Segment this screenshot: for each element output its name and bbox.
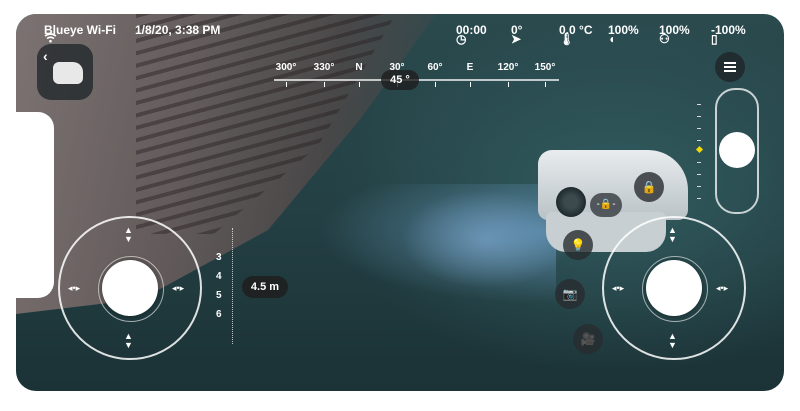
- phone-notch: [16, 112, 54, 298]
- left-arrow-icon: ◂•▸: [68, 283, 81, 293]
- down-arrow-icon: ▲ ▼: [124, 331, 133, 350]
- lock-icon: 🔒: [641, 180, 657, 194]
- auto-depth-lock-button[interactable]: -🔒-: [590, 193, 622, 217]
- video-camera-icon: 🎥: [580, 332, 596, 346]
- menu-line: [724, 66, 736, 68]
- controller-battery: ⚇ 100%: [659, 23, 690, 46]
- right-joystick[interactable]: ▲ ▼ ▲ ▼ ◂•▸ ◂•▸: [602, 216, 746, 360]
- compass-tick: [286, 82, 287, 87]
- menu-button[interactable]: [715, 52, 745, 82]
- compass-label: 300°: [275, 62, 297, 73]
- phone-battery: ▯ -100%: [711, 23, 746, 46]
- controller-icon: ⚇: [659, 32, 670, 46]
- compass-label: 330°: [313, 62, 335, 73]
- back-button[interactable]: ‹: [37, 44, 93, 100]
- compass-label: 120°: [497, 62, 519, 73]
- light-beam: [316, 184, 556, 304]
- lock-button[interactable]: 🔒: [634, 172, 664, 202]
- compass-tick: [545, 82, 546, 87]
- compass-label: N: [355, 62, 363, 73]
- scale-tick: [697, 198, 701, 199]
- datetime: 1/8/20, 3:38 PM: [135, 23, 221, 37]
- compass-tick: [359, 82, 360, 87]
- light-button[interactable]: 💡: [563, 230, 593, 260]
- scale-tick: [697, 186, 701, 187]
- up-arrow-icon: ▲ ▼: [124, 225, 133, 244]
- compass-tick: [508, 82, 509, 87]
- drone-battery: ◖ 100%: [608, 23, 639, 46]
- menu-line: [724, 70, 736, 72]
- compass-label: E: [466, 62, 474, 73]
- down-arrow-icon: ▲ ▼: [668, 331, 677, 350]
- tilt: ➤ 0°: [511, 23, 523, 46]
- compass-bar: 300° 330° N 30° 60° E 120° 150°: [274, 58, 564, 88]
- compass-label: 150°: [534, 62, 556, 73]
- drone-icon: [53, 62, 83, 84]
- up-arrow-icon: ▲ ▼: [668, 225, 677, 244]
- depth-tick-label: 3: [216, 252, 222, 263]
- thermometer-icon: 🌡: [559, 32, 575, 46]
- wifi-icon: [44, 32, 57, 46]
- record-button[interactable]: 🎥: [573, 324, 603, 354]
- drone-thruster: [556, 187, 586, 217]
- scale-tick: [697, 116, 701, 117]
- wifi-status: Blueye Wi-Fi: [44, 23, 116, 43]
- clock-icon: ◷: [456, 32, 467, 46]
- camera-tilt-knob[interactable]: [719, 132, 755, 168]
- temperature: 🌡 0.0 °C: [559, 23, 593, 46]
- back-chevron-icon: ‹: [43, 48, 48, 64]
- compass-tick: [324, 82, 325, 87]
- right-joystick-knob[interactable]: [646, 260, 702, 316]
- drone-battery-icon: ◖: [608, 32, 616, 46]
- heading-readout: 45 °: [381, 70, 419, 90]
- camera-icon: 📷: [562, 287, 578, 301]
- depth-tick-label: 4: [216, 271, 222, 282]
- scale-tick: [697, 174, 701, 175]
- compass-label: 60°: [427, 62, 443, 73]
- tilt-scale: [695, 104, 704, 204]
- scale-tick: [697, 140, 701, 141]
- scale-tick: [697, 104, 701, 105]
- depth-tick-label: 5: [216, 290, 222, 301]
- arrow-icon: ➤: [511, 32, 522, 46]
- status-bar: Blueye Wi-Fi 1/8/20, 3:38 PM ◷ 00:00 ➤ 0° …: [16, 14, 784, 46]
- timer: ◷ 00:00: [456, 23, 487, 46]
- camera-tilt-slider[interactable]: [715, 88, 759, 214]
- scale-tick: [697, 128, 701, 129]
- left-joystick[interactable]: ▲ ▼ ▲ ▼ ◂•▸ ◂•▸: [58, 216, 202, 360]
- lightbulb-icon: 💡: [570, 238, 586, 252]
- left-arrow-icon: ◂•▸: [612, 283, 625, 293]
- photo-button[interactable]: 📷: [555, 279, 585, 309]
- menu-line: [724, 62, 736, 64]
- right-arrow-icon: ◂•▸: [716, 283, 729, 293]
- compass-tick: [435, 82, 436, 87]
- depth-tick-label: 6: [216, 309, 222, 320]
- right-arrow-icon: ◂•▸: [172, 283, 185, 293]
- left-joystick-knob[interactable]: [102, 260, 158, 316]
- scale-tick: [697, 162, 701, 163]
- battery-icon: ▯: [711, 32, 718, 46]
- depth-readout: 4.5 m: [242, 276, 288, 298]
- compass-tick: [470, 82, 471, 87]
- tilt-marker: [695, 145, 704, 154]
- depth-line: [232, 228, 234, 344]
